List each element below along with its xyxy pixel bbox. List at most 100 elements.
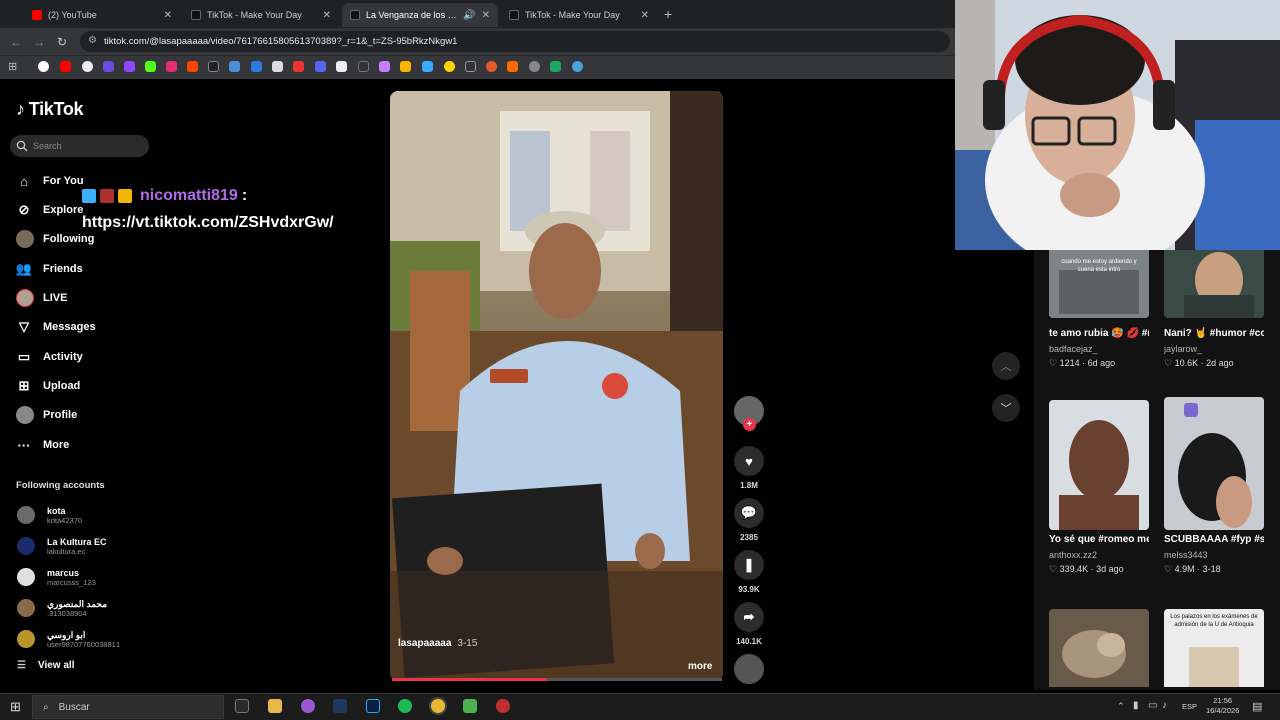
avatar <box>17 506 35 524</box>
view-all-button[interactable]: ☰ View all <box>17 660 74 671</box>
bookmark-icon[interactable] <box>358 61 369 72</box>
x-bookmark-icon[interactable] <box>208 61 219 72</box>
reload-icon[interactable]: ↻ <box>57 35 67 49</box>
comment-icon: 💬 <box>734 498 764 528</box>
bookmark-icon[interactable] <box>486 61 497 72</box>
nav-profile[interactable]: Profile <box>16 404 77 426</box>
account-item[interactable]: La Kultura EC lakultura.ec <box>17 533 217 559</box>
bookmark-icon[interactable] <box>529 61 540 72</box>
language-indicator[interactable]: ESP <box>1182 702 1197 711</box>
bookmark-icon[interactable] <box>229 61 240 72</box>
bookmark-icon[interactable] <box>444 61 455 72</box>
bookmark-icon[interactable] <box>272 61 283 72</box>
epic-games-icon[interactable] <box>235 699 249 713</box>
bookmark-icon[interactable] <box>315 61 326 72</box>
save-button[interactable]: ❚ 93.9K <box>734 550 764 594</box>
previous-video-button[interactable]: ︿ <box>992 352 1020 380</box>
twitch-bookmark-icon[interactable] <box>124 61 135 72</box>
video-more-button[interactable]: more <box>688 661 712 672</box>
forward-arrow-icon[interactable]: → <box>33 35 45 49</box>
recommended-card[interactable] <box>1049 609 1149 687</box>
notification-icon[interactable]: ▤ <box>1252 700 1262 713</box>
close-tab-icon[interactable]: ✕ <box>164 10 172 21</box>
comment-button[interactable]: 💬 2385 <box>734 498 764 542</box>
music-disc-button[interactable] <box>734 654 764 689</box>
sheets-bookmark-icon[interactable] <box>550 61 561 72</box>
taskbar-search-input[interactable]: ⌕ Buscar <box>32 695 224 719</box>
next-video-button[interactable]: ﹀ <box>992 394 1020 422</box>
bookmark-icon[interactable] <box>465 61 476 72</box>
bookmark-icon[interactable] <box>400 61 411 72</box>
nav-more[interactable]: ··· More <box>16 434 70 456</box>
bookmark-icon[interactable] <box>572 61 583 72</box>
nav-friends[interactable]: 👥 Friends <box>16 258 83 280</box>
close-tab-icon[interactable]: ✕ <box>641 10 649 21</box>
system-clock[interactable]: 21:56 16/4/2026 <box>1206 696 1239 716</box>
close-tab-icon[interactable]: ✕ <box>482 10 490 21</box>
account-item[interactable]: محمد المنصوري .313038904 <box>17 595 217 621</box>
audio-icon[interactable]: 🔊 <box>463 10 475 21</box>
url-field[interactable]: ⚙ tiktok.com/@lasapaaaaa/video/761766158… <box>80 31 950 52</box>
bookmark-icon[interactable] <box>422 61 433 72</box>
recommended-card[interactable]: Los palazos en los exámenes de admisión … <box>1164 609 1264 687</box>
nav-upload[interactable]: ⊞ Upload <box>16 375 81 397</box>
kick-bookmark-icon[interactable] <box>145 61 156 72</box>
tiktok-logo[interactable]: ♪ TikTok <box>16 99 84 120</box>
file-explorer-icon[interactable] <box>268 699 282 713</box>
account-item[interactable]: marcus marcusss_123 <box>17 564 217 590</box>
bookmark-icon[interactable] <box>293 61 304 72</box>
steam-icon[interactable] <box>333 699 347 713</box>
instagram-bookmark-icon[interactable] <box>166 61 177 72</box>
like-button[interactable]: ♥ 1.8M <box>734 446 764 490</box>
recommended-card[interactable]: Yo sé que #romeo me hubiera... anthoxx.z… <box>1049 400 1149 576</box>
bookmark-icon[interactable] <box>251 61 262 72</box>
site-info-icon[interactable]: ⚙ <box>88 35 97 46</box>
photoshop-icon[interactable] <box>366 699 380 713</box>
app-icon[interactable] <box>301 699 315 713</box>
video-progress-bar[interactable] <box>392 678 722 681</box>
video-player[interactable] <box>390 91 723 681</box>
browser-tab-youtube[interactable]: (2) YouTube ✕ <box>24 3 180 27</box>
bookmark-icon[interactable] <box>379 61 390 72</box>
nav-activity[interactable]: ▭ Activity <box>16 346 83 368</box>
close-tab-icon[interactable]: ✕ <box>323 10 331 21</box>
new-tab-button[interactable]: + <box>664 6 672 22</box>
notion-bookmark-icon[interactable] <box>336 61 347 72</box>
spotify-icon[interactable] <box>398 699 412 713</box>
google-bookmark-icon[interactable] <box>38 61 49 72</box>
follow-plus-icon[interactable]: + <box>743 418 756 431</box>
chrome-icon[interactable] <box>431 699 445 713</box>
search-input[interactable]: Search <box>10 135 149 157</box>
app-icon[interactable] <box>463 699 477 713</box>
account-item[interactable]: kota kota42370 <box>17 502 217 528</box>
start-button-icon[interactable]: ⊞ <box>10 699 21 715</box>
volume-icon[interactable]: ♪ <box>1162 700 1167 711</box>
youtube-bookmark-icon[interactable] <box>60 61 71 72</box>
browser-tab-tiktok-2[interactable]: TikTok - Make Your Day ✕ <box>501 3 657 27</box>
account-item[interactable]: ابو اروسي user9870776003881‏1 <box>17 626 217 652</box>
bookmark-icon[interactable] <box>187 61 198 72</box>
browser-tab-tiktok-1[interactable]: TikTok - Make Your Day ✕ <box>183 3 339 27</box>
bookmark-icon[interactable] <box>507 61 518 72</box>
nav-messages[interactable]: ▽ Messages <box>16 316 96 338</box>
tray-chevron-icon[interactable]: ⌃ <box>1117 701 1125 712</box>
share-button[interactable]: ➦ 140.1K <box>734 602 764 646</box>
network-icon[interactable]: ▭ <box>1148 700 1157 711</box>
tray-app-icon[interactable]: ▮ <box>1133 700 1139 711</box>
browser-tab-active[interactable]: La Venganza de los Chamo 🔊 ✕ <box>342 3 498 27</box>
nav-explore[interactable]: ⊘ Explore <box>16 199 84 221</box>
recommended-card[interactable]: cuando me estoy ardiendo y suena esta in… <box>1049 250 1149 370</box>
recommended-card[interactable]: SCUBBAAAA #fyp #scuba #funny... melss344… <box>1164 397 1264 576</box>
bookmark-icon[interactable] <box>82 61 93 72</box>
nav-live[interactable]: LIVE <box>16 287 67 309</box>
heart-outline-icon: ♡ <box>1049 564 1058 574</box>
obs-icon[interactable] <box>496 699 510 713</box>
apps-grid-icon[interactable]: ⊞ <box>8 60 17 73</box>
author-avatar-button[interactable]: + <box>734 396 764 431</box>
video-author[interactable]: lasapaaaaa 3-15 <box>398 638 477 649</box>
bookmarks-bar <box>0 55 955 79</box>
nav-for-you[interactable]: ⌂ For You <box>16 170 83 192</box>
bookmark-icon[interactable] <box>103 61 114 72</box>
recommended-card[interactable]: Nani? 🤘 #humor #comedia... jaylarow_ ♡ 1… <box>1164 250 1264 370</box>
back-arrow-icon[interactable]: ← <box>10 35 22 49</box>
